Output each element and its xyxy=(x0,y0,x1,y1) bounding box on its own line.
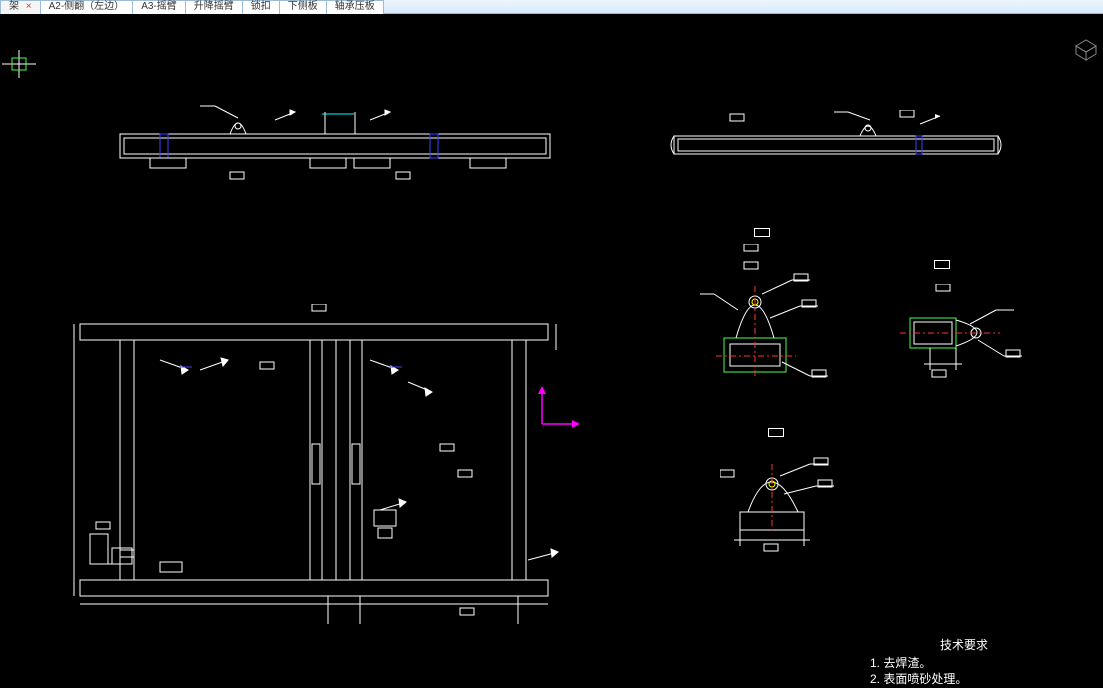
tab-a2[interactable]: A2-侧翻（左边） xyxy=(40,0,134,14)
tech-req-line: 1. 去焊渣。 xyxy=(870,654,931,671)
detail-eye-side xyxy=(900,284,1040,394)
tab-bearing-plate[interactable]: 轴承压板 xyxy=(326,0,384,14)
view-cube-icon[interactable] xyxy=(1070,32,1100,62)
dim-box xyxy=(934,260,950,269)
detail-eye-tube xyxy=(700,244,850,394)
tab-lift-arm[interactable]: 升降摇臂 xyxy=(185,0,243,14)
dim-box xyxy=(754,228,770,237)
tab-lock[interactable]: 锁扣 xyxy=(242,0,280,14)
tab-label: 轴承压板 xyxy=(335,1,375,12)
view-plan xyxy=(60,304,590,634)
view-top-right-elevation xyxy=(670,110,1010,180)
dim-box xyxy=(768,428,784,437)
tab-label: A2-侧翻（左边） xyxy=(49,1,125,12)
detail-eye-plate xyxy=(720,434,850,554)
tab-current[interactable]: 架 × xyxy=(0,0,41,14)
ucs-icon xyxy=(534,384,584,434)
tech-req-title: 技术要求 xyxy=(940,636,988,653)
view-top-left-elevation xyxy=(110,104,570,194)
close-icon[interactable]: × xyxy=(26,1,32,12)
tech-req-line: 2. 表面喷砂处理。 xyxy=(870,670,967,687)
tab-lower-side[interactable]: 下侧板 xyxy=(279,0,327,14)
tab-label: 架 xyxy=(9,1,19,12)
tab-label: 升降摇臂 xyxy=(194,1,234,12)
wcs-icon xyxy=(2,50,42,90)
tab-label: A3-摇臂 xyxy=(141,1,177,12)
tab-label: 下侧板 xyxy=(288,1,318,12)
drawing-canvas[interactable]: 技术要求 1. 去焊渣。 2. 表面喷砂处理。 3. 表面喷塑处理。 xyxy=(0,14,1103,688)
tab-label: 锁扣 xyxy=(251,1,271,12)
tab-strip: 架 × A2-侧翻（左边） A3-摇臂 升降摇臂 锁扣 下侧板 轴承压板 xyxy=(0,0,383,13)
tab-a3[interactable]: A3-摇臂 xyxy=(132,0,186,14)
